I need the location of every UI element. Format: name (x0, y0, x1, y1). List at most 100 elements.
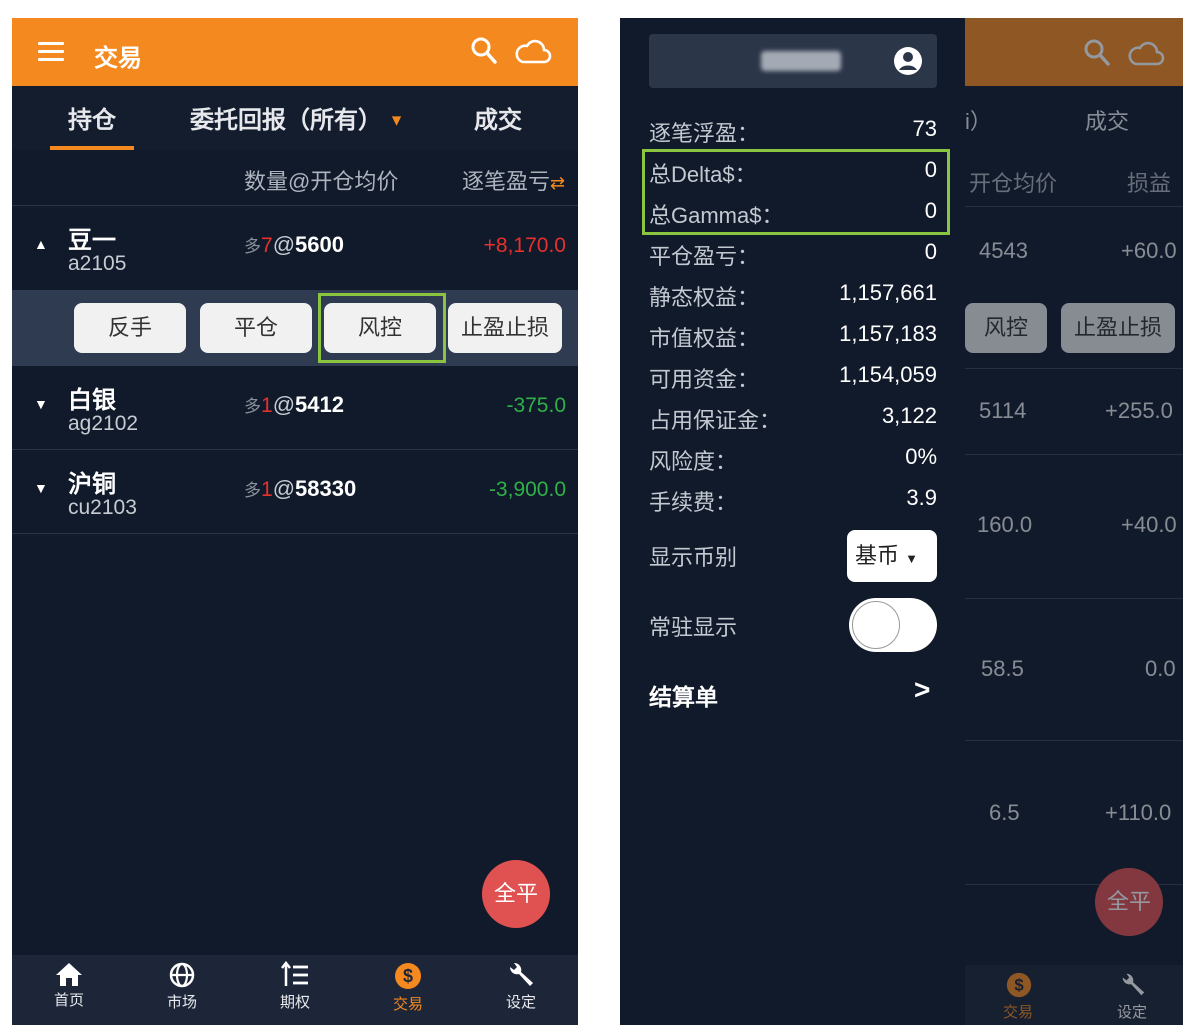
bg-value: 160.0 (977, 512, 1033, 537)
divider (965, 368, 1183, 369)
background-content: i） 成交 开仓均价 损益 4543 +60.0 风控 止盈止损 5114 +2… (965, 18, 1183, 1025)
tab-partial: i） (965, 109, 992, 134)
row-pnl: +8,170.0 (483, 234, 566, 257)
highlight-box (642, 149, 950, 235)
svg-text:$: $ (403, 966, 413, 986)
risk-control-button: 风控 (965, 303, 1047, 353)
persist-label: 常驻显示 (649, 615, 738, 640)
divider (965, 740, 1183, 741)
cloud-icon (1128, 41, 1165, 66)
bg-value: 6.5 (989, 800, 1020, 825)
direction: 多 (244, 397, 261, 416)
nav-label: 交易 (1003, 1004, 1034, 1021)
currency-label: 显示币别 (649, 545, 738, 570)
bg-pnl: +40.0 (1121, 512, 1177, 537)
background-bottom-nav: $ 交易 设定 (965, 965, 1183, 1025)
app-bar: 交易 (12, 18, 578, 86)
close-all-button: 全平 (1095, 868, 1163, 936)
col-qty-price: 数量@开仓均价 (244, 169, 399, 194)
divider (965, 454, 1183, 455)
currency-select[interactable]: 基币 ▼ (847, 530, 937, 582)
caret-down-icon: ▼ (388, 112, 405, 130)
search-icon[interactable] (470, 36, 498, 66)
currency-value: 基币 (855, 543, 900, 568)
nav-options[interactable]: 期权 (260, 961, 330, 1012)
close-all-button[interactable]: 全平 (482, 860, 550, 928)
bottom-nav: 首页 市场 期权 $ 交易 设定 (12, 955, 578, 1025)
position-summary: 多7@5600 (244, 232, 344, 258)
position-row[interactable]: ▼ 白银 ag2102 多1@5412 -375.0 (12, 366, 578, 450)
tab-bar: 持仓 委托回报（所有） ▼ 成交 (12, 86, 578, 150)
instrument-name: 豆一 (68, 227, 116, 254)
nav-settings[interactable]: 设定 (486, 961, 556, 1012)
wrench-icon (509, 962, 533, 986)
info-row: 手续费： 3.9 (649, 485, 937, 525)
nav-home[interactable]: 首页 (34, 961, 104, 1010)
instrument-name: 白银 (68, 387, 116, 414)
tab-trades: 成交 (1085, 109, 1130, 134)
page-title: 交易 (94, 45, 142, 72)
take-profit-stop-loss-button: 止盈止损 (1061, 303, 1175, 353)
account-drawer-screen: i） 成交 开仓均价 损益 4543 +60.0 风控 止盈止损 5114 +2… (620, 18, 1183, 1025)
col-pnl[interactable]: 逐笔盈亏⇄ (462, 164, 565, 196)
info-value: 1,157,183 (839, 321, 937, 346)
account-selector[interactable] (649, 34, 937, 88)
row-pnl: -375.0 (506, 394, 566, 417)
col-open-price: 开仓均价 (969, 171, 1058, 196)
divider (965, 598, 1183, 599)
bg-pnl: +110.0 (1105, 800, 1172, 825)
search-icon (1084, 39, 1110, 66)
list-icon (281, 961, 308, 986)
info-value: 0% (905, 444, 937, 469)
expand-caret-icon[interactable]: ▼ (34, 396, 48, 412)
statement-link[interactable]: 结算单 (649, 678, 718, 712)
collapse-caret-icon[interactable]: ▲ (34, 236, 48, 252)
dollar-icon: $ (1006, 972, 1032, 998)
globe-icon (169, 962, 195, 988)
info-value: 1,157,661 (839, 280, 937, 305)
persist-toggle[interactable] (849, 598, 937, 652)
tab-order-reports[interactable]: 委托回报（所有） ▼ (190, 100, 405, 135)
nav-market[interactable]: 市场 (147, 961, 217, 1012)
direction: 多 (244, 481, 261, 500)
info-label: 逐笔浮盈： (649, 121, 760, 146)
tab-order-reports-label: 委托回报（所有） (190, 107, 382, 134)
tab-trades[interactable]: 成交 (474, 100, 522, 135)
info-label: 静态权益： (649, 285, 760, 310)
info-row: 风险度： 0% (649, 444, 937, 484)
info-label: 手续费： (649, 490, 738, 515)
reverse-button[interactable]: 反手 (74, 303, 186, 353)
cloud-icon[interactable] (514, 36, 552, 66)
position-row[interactable]: ▼ 沪铜 cu2103 多1@58330 -3,900.0 (12, 450, 578, 534)
bg-pnl: +60.0 (1121, 238, 1177, 263)
chevron-right-icon[interactable]: > (914, 674, 930, 706)
divider (965, 206, 1183, 207)
expand-caret-icon[interactable]: ▼ (34, 480, 48, 496)
info-value: 3.9 (906, 485, 937, 510)
at-sign: @ (272, 232, 296, 257)
menu-icon[interactable] (38, 42, 64, 62)
position-summary: 多1@5412 (244, 392, 344, 418)
nav-label: 首页 (53, 992, 84, 1009)
nav-label: 设定 (1117, 1004, 1148, 1021)
instrument-name: 沪铜 (68, 471, 116, 498)
info-row: 可用资金： 1,154,059 (649, 362, 937, 402)
close-position-button[interactable]: 平仓 (200, 303, 312, 353)
wrench-icon (1122, 973, 1145, 996)
info-row: 市值权益： 1,157,183 (649, 321, 937, 361)
position-summary: 多1@58330 (244, 476, 356, 502)
svg-text:$: $ (1014, 976, 1024, 995)
column-header: 数量@开仓均价 逐笔盈亏⇄ (12, 150, 578, 206)
row-actions: 反手 平仓 风控 止盈止损 (12, 290, 578, 366)
take-profit-stop-loss-button[interactable]: 止盈止损 (448, 303, 562, 353)
at-sign: @ (272, 476, 296, 501)
position-row[interactable]: ▲ 豆一 a2105 多7@5600 +8,170.0 (12, 206, 578, 290)
tab-positions[interactable]: 持仓 (68, 100, 116, 135)
nav-trade[interactable]: $ 交易 (373, 961, 443, 1014)
swap-icon: ⇄ (550, 173, 566, 193)
row-pnl: -3,900.0 (488, 478, 566, 501)
info-label: 可用资金： (649, 367, 760, 392)
user-icon[interactable] (893, 46, 923, 76)
nav-label: 期权 (279, 994, 310, 1011)
avg-price: 58330 (295, 476, 357, 501)
